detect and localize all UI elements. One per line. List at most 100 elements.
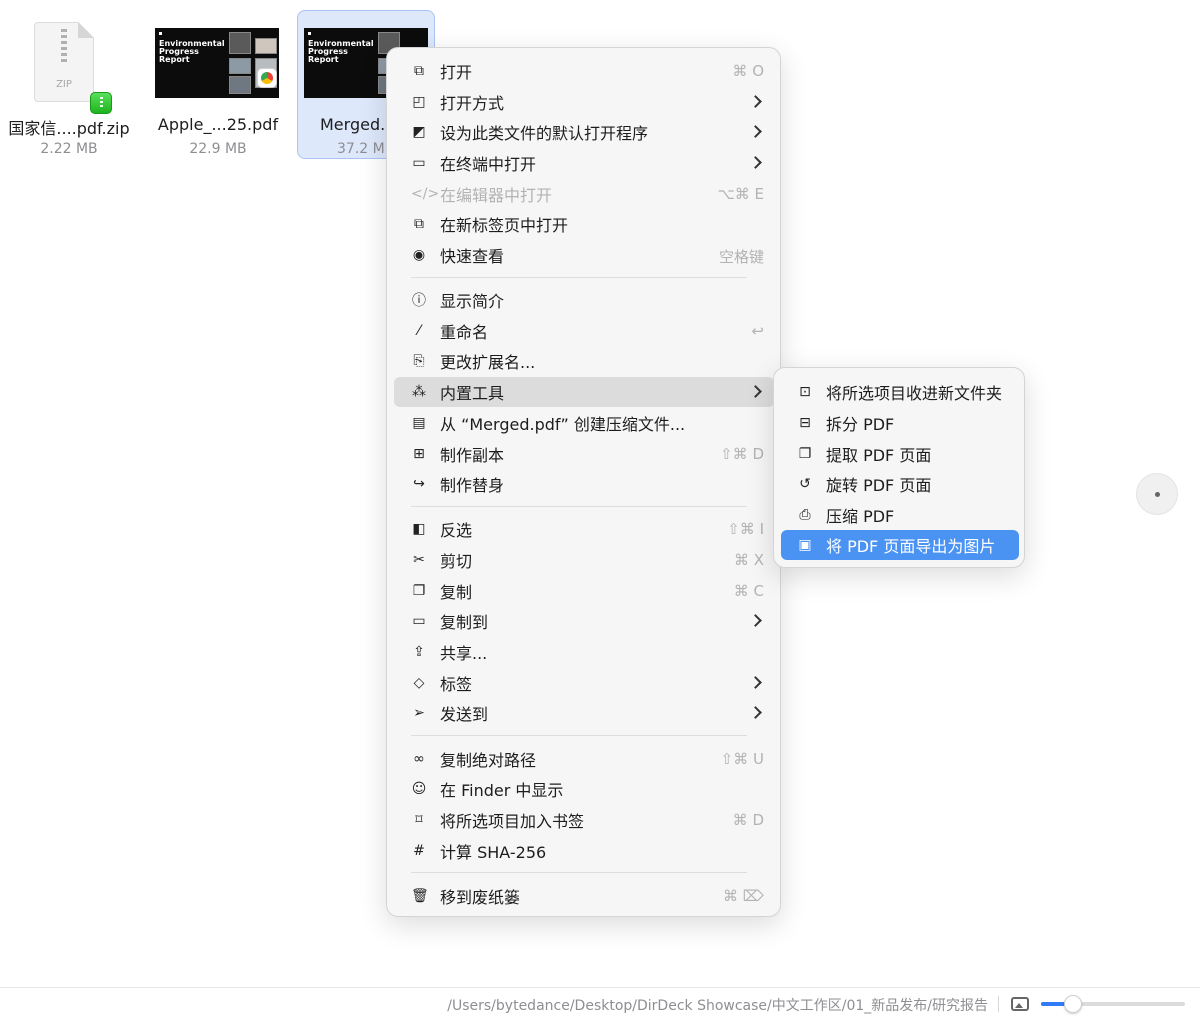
menu-item-open-in-editor[interactable]: </> 在编辑器中打开 ⌥⌘ E — [394, 179, 774, 209]
magic-wand-icon: ⁂ — [412, 384, 426, 400]
menu-item-move-to-trash[interactable]: 🗑 移到废纸篓 ⌘ ⌦ — [394, 881, 774, 911]
menu-item-invert-selection[interactable]: ◧ 反选 ⇧⌘ I — [394, 514, 774, 544]
menu-item-copy-absolute-path[interactable]: ∞ 复制绝对路径 ⇧⌘ U — [394, 744, 774, 774]
menu-item-open-in-terminal[interactable]: ▭ 在终端中打开 — [394, 148, 774, 178]
shortcut: 空格键 — [718, 248, 764, 266]
shortcut: ↩ — [751, 322, 764, 340]
shortcut: ⇧⌘ D — [720, 445, 764, 463]
submenu-item-new-folder-with-selection[interactable]: ⊡ 将所选项目收进新文件夹 — [781, 377, 1019, 407]
menu-item-change-extension[interactable]: ⎘ 更改扩展名... — [394, 346, 774, 376]
menu-item-set-default-app[interactable]: ◩ 设为此类文件的默认打开程序 — [394, 117, 774, 147]
menu-separator — [411, 506, 747, 507]
hash-icon: # — [413, 843, 425, 859]
code-icon: </> — [411, 186, 440, 202]
menu-item-calc-sha256[interactable]: # 计算 SHA-256 — [394, 836, 774, 866]
menu-item-show-in-finder[interactable]: ☺ 在 Finder 中显示 — [394, 774, 774, 804]
menu-item-tags[interactable]: ◇ 标签 — [394, 668, 774, 698]
folder-icon: ▭ — [412, 613, 426, 629]
menu-separator — [411, 277, 747, 278]
menu-separator — [411, 735, 747, 736]
compress-icon: ⎙ — [799, 507, 811, 523]
zip-thumb-label: ZIP — [56, 79, 72, 90]
menu-item-add-bookmark[interactable]: ⌑ 将所选项目加入书签 ⌘ D — [394, 805, 774, 835]
menu-item-duplicate[interactable]: ⊞ 制作副本 ⇧⌘ D — [394, 439, 774, 469]
copy-icon: ❐ — [412, 583, 426, 599]
split-icon: ⊟ — [799, 415, 811, 431]
eye-icon: ◉ — [412, 247, 426, 263]
open-with-icon: ◰ — [412, 94, 426, 110]
pencil-icon: ⁄ — [417, 323, 421, 339]
thumb-title: Environmental Progress Report — [308, 39, 374, 64]
thumb-title: Environmental Progress Report — [159, 39, 225, 64]
slider-knob[interactable] — [1063, 995, 1082, 1013]
status-bar: /Users/bytedance/Desktop/DirDeck Showcas… — [0, 987, 1200, 1018]
shortcut: ⌘ C — [733, 582, 764, 600]
builtin-tools-submenu: ⊡ 将所选项目收进新文件夹 ⊟ 拆分 PDF ❐ 提取 PDF 页面 ↺ 旋转 … — [773, 367, 1025, 568]
current-path[interactable]: /Users/bytedance/Desktop/DirDeck Showcas… — [447, 995, 988, 1015]
shortcut: ⇧⌘ I — [727, 520, 764, 538]
rename-extension-icon: ⎘ — [413, 353, 425, 369]
context-menu: ⧉ 打开 ⌘ O ◰ 打开方式 ◩ 设为此类文件的默认打开程序 ▭ 在终端中打开… — [386, 47, 781, 917]
thumbnail-size-slider[interactable] — [1041, 995, 1185, 1013]
scissors-icon: ✂ — [413, 552, 425, 568]
file-name: 国家信....pdf.zip — [8, 119, 130, 138]
shortcut: ⌘ O — [732, 62, 764, 80]
menu-separator — [411, 872, 747, 873]
menu-item-open-in-new-tab[interactable]: ⧉ 在新标签页中打开 — [394, 209, 774, 239]
file-size: 22.9 MB — [189, 141, 247, 157]
menu-item-send-to[interactable]: ➢ 发送到 — [394, 698, 774, 728]
thumb-mark — [159, 32, 162, 35]
bookmark-icon: ⌑ — [415, 812, 423, 828]
menu-item-cut[interactable]: ✂ 剪切 ⌘ X — [394, 545, 774, 575]
submenu-item-extract-pdf-pages[interactable]: ❐ 提取 PDF 页面 — [781, 439, 1019, 469]
menu-item-open-with[interactable]: ◰ 打开方式 — [394, 87, 774, 117]
link-icon: ∞ — [413, 751, 425, 767]
archive-app-badge-icon — [90, 92, 112, 114]
extract-pages-icon: ❐ — [798, 446, 812, 462]
shortcut: ⇧⌘ U — [720, 750, 764, 768]
submenu-item-split-pdf[interactable]: ⊟ 拆分 PDF — [781, 408, 1019, 438]
file-item-zip[interactable]: ZIP 国家信....pdf.zip 2.22 MB — [0, 12, 138, 160]
gallery-view-icon[interactable] — [1011, 997, 1029, 1011]
shortcut: ⌘ D — [732, 811, 764, 829]
share-icon: ⇪ — [413, 644, 425, 660]
zipper-icon — [61, 29, 67, 63]
finder-icon: ☺ — [411, 781, 427, 797]
thumb-photo — [255, 38, 277, 54]
zip-file-icon: ZIP — [34, 22, 94, 102]
menu-item-get-info[interactable]: ⓘ 显示简介 — [394, 285, 774, 315]
new-tab-icon: ⧉ — [414, 216, 424, 232]
menu-item-rename[interactable]: ⁄ 重命名 ↩ — [394, 316, 774, 346]
invert-selection-icon: ◧ — [412, 521, 426, 537]
submenu-item-compress-pdf[interactable]: ⎙ 压缩 PDF — [781, 500, 1019, 530]
file-item-apple-pdf[interactable]: Environmental Progress Report Apple_...2… — [149, 12, 287, 160]
floating-action-button[interactable] — [1136, 473, 1178, 515]
menu-item-create-archive[interactable]: ▤ 从 “Merged.pdf” 创建压缩文件... — [394, 408, 774, 438]
menu-item-builtin-tools[interactable]: ⁂ 内置工具 — [394, 377, 774, 407]
tag-icon: ◇ — [413, 675, 425, 691]
status-divider — [998, 996, 999, 1012]
thumb-photo — [229, 76, 251, 94]
menu-item-quick-look[interactable]: ◉ 快速查看 空格键 — [394, 240, 774, 270]
menu-item-share[interactable]: ⇪ 共享... — [394, 637, 774, 667]
export-image-icon: ▣ — [798, 537, 812, 553]
thumb-mark — [308, 32, 311, 35]
chrome-badge-icon — [257, 68, 277, 88]
menu-item-copy-to[interactable]: ▭ 复制到 — [394, 606, 774, 636]
send-icon: ➢ — [413, 705, 425, 721]
default-app-icon: ◩ — [412, 124, 426, 140]
menu-item-open[interactable]: ⧉ 打开 ⌘ O — [394, 56, 774, 86]
submenu-item-rotate-pdf-pages[interactable]: ↺ 旋转 PDF 页面 — [781, 469, 1019, 499]
file-size: 2.22 MB — [40, 141, 98, 157]
shortcut: ⌘ ⌦ — [723, 887, 764, 905]
alias-icon: ↪ — [413, 476, 425, 492]
menu-item-make-alias[interactable]: ↪ 制作替身 — [394, 469, 774, 499]
file-name: Apple_...25.pdf — [157, 115, 279, 134]
shortcut: ⌘ X — [733, 551, 764, 569]
shortcut: ⌥⌘ E — [717, 185, 764, 203]
duplicate-icon: ⊞ — [413, 446, 425, 462]
new-folder-icon: ⊡ — [799, 384, 811, 400]
open-icon: ⧉ — [414, 63, 424, 79]
submenu-item-export-pdf-as-images[interactable]: ▣ 将 PDF 页面导出为图片 — [781, 530, 1019, 560]
menu-item-copy[interactable]: ❐ 复制 ⌘ C — [394, 576, 774, 606]
